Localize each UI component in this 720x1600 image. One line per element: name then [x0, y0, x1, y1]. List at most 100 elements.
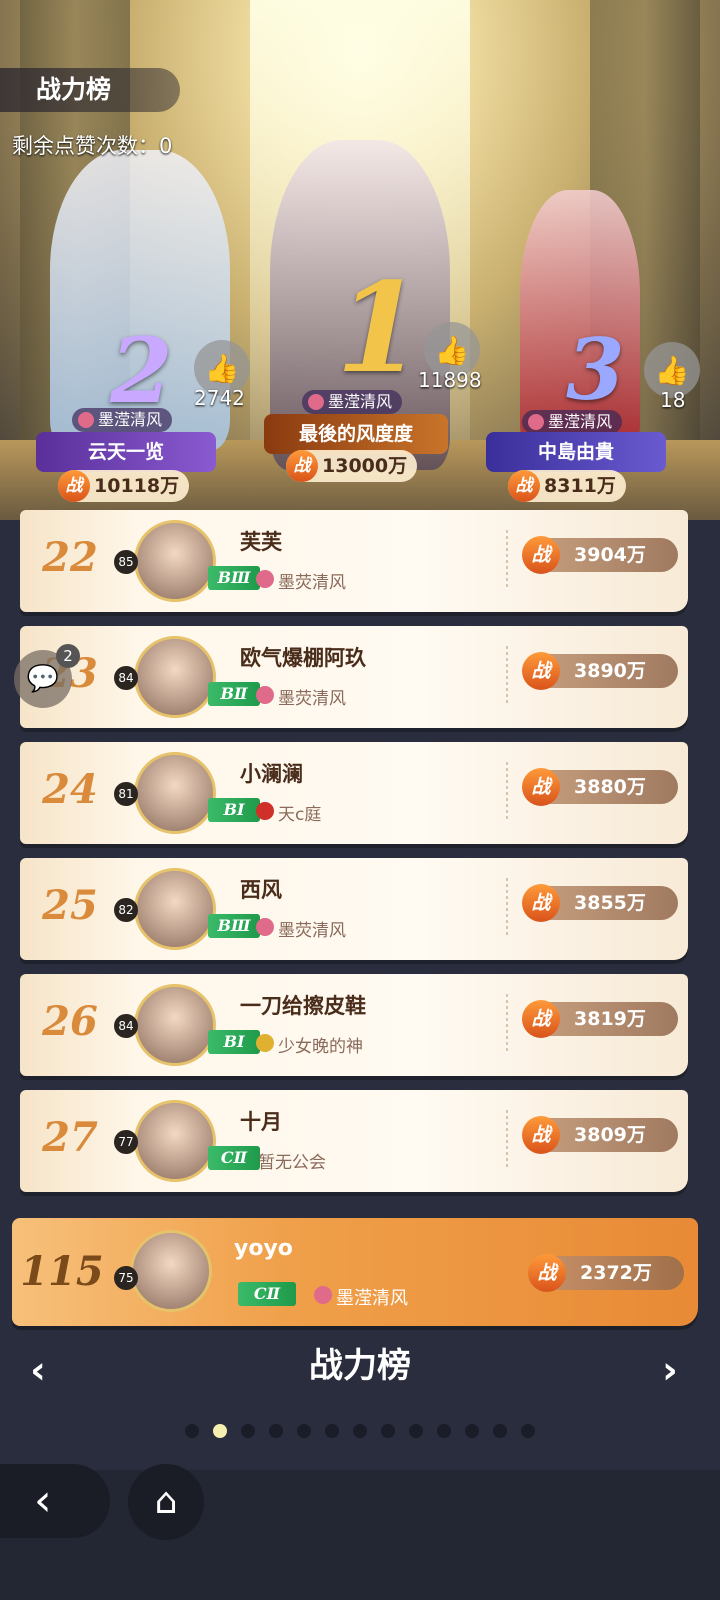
- my-rank: 115: [20, 1248, 104, 1295]
- page-dot[interactable]: [297, 1424, 311, 1438]
- ranking-row[interactable]: 24 81 小澜澜 BⅠ 天c庭 战 3880万: [20, 742, 688, 844]
- ranking-row[interactable]: 23 84 欧气爆棚阿玖 BⅡ 墨荧清风 战3890万: [20, 626, 688, 728]
- power-icon: 战: [286, 450, 318, 482]
- player-name: 十月: [240, 1110, 282, 1134]
- my-ranking-row[interactable]: 115 75 yoyo CⅡ 墨滢清风 战 2372万: [12, 1218, 698, 1326]
- power-rank-2: 战 10118万: [58, 470, 190, 502]
- chat-bubble-icon: 💬: [26, 664, 60, 694]
- divider: [506, 994, 508, 1054]
- avatar[interactable]: [134, 520, 216, 602]
- level-badge: 82: [114, 898, 138, 922]
- guild-icon: [528, 414, 544, 430]
- tier-badge: BⅠ: [208, 1030, 260, 1054]
- power-icon: 战: [522, 768, 560, 806]
- guild-name: 天c庭: [278, 805, 322, 825]
- page-indicator: [0, 1424, 720, 1438]
- avatar[interactable]: [134, 1100, 216, 1182]
- guild-icon: [308, 394, 324, 410]
- avatar[interactable]: [134, 752, 216, 834]
- thumbs-up-icon: 👍: [434, 333, 470, 367]
- page-dot[interactable]: [381, 1424, 395, 1438]
- guild-tag-rank-3: 墨滢清风: [522, 410, 623, 434]
- podium-rank-3-number: 3: [566, 320, 625, 419]
- player-name: 欧气爆棚阿玖: [240, 646, 366, 670]
- power-icon: 战: [522, 884, 560, 922]
- thumbs-up-icon: 👍: [204, 351, 240, 385]
- power-value: 战 3855万: [522, 884, 678, 922]
- my-avatar[interactable]: [130, 1230, 212, 1312]
- power-value: 战 3880万: [522, 768, 678, 806]
- divider: [506, 530, 508, 590]
- tier-badge: BⅡ: [208, 682, 260, 706]
- power-icon: 战: [522, 1116, 560, 1154]
- thumbs-up-icon: 👍: [654, 353, 690, 387]
- page-dot[interactable]: [269, 1424, 283, 1438]
- ranking-row[interactable]: 26 84 一刀给擦皮鞋 BⅠ 少女晚的神 战 3819万: [20, 974, 688, 1076]
- guild-icon: [256, 686, 274, 704]
- player-name: 小澜澜: [240, 762, 303, 786]
- page-dot[interactable]: [353, 1424, 367, 1438]
- page-dot-active[interactable]: [213, 1424, 227, 1438]
- power-value: 战 3819万: [522, 1000, 678, 1038]
- my-level-badge: 75: [114, 1266, 138, 1290]
- power-value: 战 3890万: [522, 652, 678, 690]
- home-icon: ⌂: [154, 1481, 178, 1522]
- page-dot[interactable]: [185, 1424, 199, 1438]
- divider: [506, 1110, 508, 1170]
- podium-rank-1-number: 1: [336, 256, 423, 401]
- divider: [506, 646, 508, 706]
- chat-unread-badge: 2: [56, 644, 80, 668]
- page-dot[interactable]: [241, 1424, 255, 1438]
- home-button[interactable]: ⌂: [128, 1464, 204, 1540]
- tier-badge: BⅢ: [208, 566, 260, 590]
- ranking-row[interactable]: 27 77 十月 CⅡ 暂无公会 战 3809万: [20, 1090, 688, 1192]
- row-rank: 22: [42, 534, 98, 581]
- page-dot[interactable]: [521, 1424, 535, 1438]
- avatar[interactable]: [134, 868, 216, 950]
- guild-name: 墨荧清风: [278, 573, 346, 593]
- level-badge: 77: [114, 1130, 138, 1154]
- row-rank: 27: [42, 1114, 98, 1161]
- power-icon: 战: [528, 1254, 566, 1292]
- page-dot[interactable]: [409, 1424, 423, 1438]
- page-dot[interactable]: [325, 1424, 339, 1438]
- guild-icon: [256, 1034, 274, 1052]
- page-dot[interactable]: [437, 1424, 451, 1438]
- guild-icon: [78, 412, 94, 428]
- my-name: yoyo: [234, 1236, 293, 1261]
- board-title: 战力榜: [309, 1346, 411, 1386]
- avatar[interactable]: [134, 636, 216, 718]
- page-dot[interactable]: [465, 1424, 479, 1438]
- player-name-rank-2[interactable]: 云天一览: [36, 432, 216, 472]
- likes-remaining: 剩余点赞次数：0: [12, 134, 173, 158]
- level-badge: 85: [114, 550, 138, 574]
- guild-icon: [256, 570, 274, 588]
- divider: [506, 878, 508, 938]
- ranking-row[interactable]: 25 82 西风 BⅢ 墨荧清风 战 3855万: [20, 858, 688, 960]
- power-value: 战 3809万: [522, 1116, 678, 1154]
- guild-icon: [256, 918, 274, 936]
- ranking-row[interactable]: 22 85 芙芙 BⅢ 墨荧清风 战 3904万: [20, 510, 688, 612]
- back-button[interactable]: ‹: [0, 1464, 110, 1538]
- page-title: 战力榜: [0, 68, 180, 112]
- level-badge: 81: [114, 782, 138, 806]
- player-name-rank-1[interactable]: 最後的风度度: [264, 414, 448, 454]
- power-icon: 战: [522, 652, 560, 690]
- player-name-rank-3[interactable]: 中島由貴: [486, 432, 666, 472]
- like-count-rank-2: 2742: [194, 386, 245, 410]
- level-badge: 84: [114, 1014, 138, 1038]
- like-count-rank-1: 11898: [418, 368, 482, 392]
- power-value: 战 3904万: [522, 536, 678, 574]
- chevron-right-icon: ›: [662, 1348, 678, 1392]
- tier-badge: CⅡ: [208, 1146, 260, 1170]
- avatar[interactable]: [134, 984, 216, 1066]
- page-dot[interactable]: [493, 1424, 507, 1438]
- guild-tag-rank-1: 墨滢清风: [302, 390, 403, 414]
- power-icon: 战: [522, 1000, 560, 1038]
- like-count-rank-3: 18: [660, 388, 686, 412]
- power-icon: 战: [508, 470, 540, 502]
- tier-badge: BⅢ: [208, 914, 260, 938]
- guild-name: 暂无公会: [258, 1153, 326, 1173]
- my-tier-badge: CⅡ: [238, 1282, 296, 1306]
- next-board-button[interactable]: ›: [650, 1350, 690, 1390]
